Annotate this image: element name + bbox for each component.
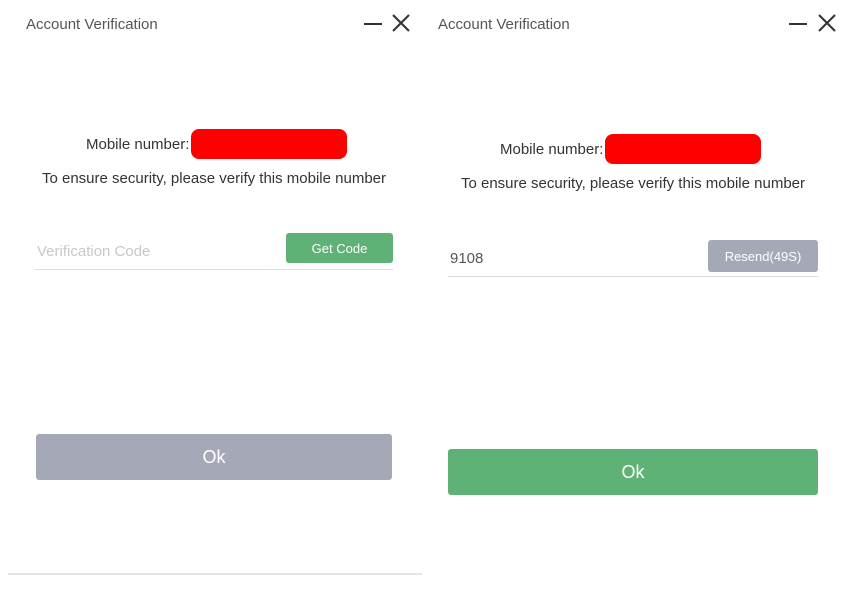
verification-code-input[interactable] — [37, 237, 267, 265]
close-icon[interactable] — [390, 12, 412, 34]
redacted-phone-number — [605, 134, 762, 164]
account-verification-dialog-left: Account Verification Mobile number: To e… — [0, 0, 428, 589]
verification-code-row: Get Code — [35, 233, 393, 270]
verification-code-row: Resend(49S) — [448, 240, 818, 277]
bottom-divider — [8, 573, 422, 575]
security-message: To ensure security, please verify this m… — [460, 175, 806, 192]
security-message: To ensure security, please verify this m… — [41, 170, 387, 187]
mobile-number-row: Mobile number: — [500, 134, 762, 164]
mobile-number-label: Mobile number: — [500, 140, 604, 158]
minimize-icon[interactable] — [362, 12, 384, 34]
dialog-title: Account Verification — [26, 16, 158, 33]
resend-button[interactable]: Resend(49S) — [708, 240, 818, 272]
mobile-number-label: Mobile number: — [86, 135, 190, 153]
dialog-title: Account Verification — [438, 16, 570, 33]
verification-code-input[interactable] — [450, 244, 680, 272]
ok-button[interactable]: Ok — [36, 434, 392, 480]
ok-button[interactable]: Ok — [448, 449, 818, 495]
get-code-button[interactable]: Get Code — [286, 233, 393, 263]
account-verification-dialog-right: Account Verification Mobile number: To e… — [428, 0, 854, 589]
minimize-icon[interactable] — [787, 12, 809, 34]
redacted-phone-number — [191, 129, 348, 159]
mobile-number-row: Mobile number: — [86, 129, 348, 159]
close-icon[interactable] — [816, 12, 838, 34]
